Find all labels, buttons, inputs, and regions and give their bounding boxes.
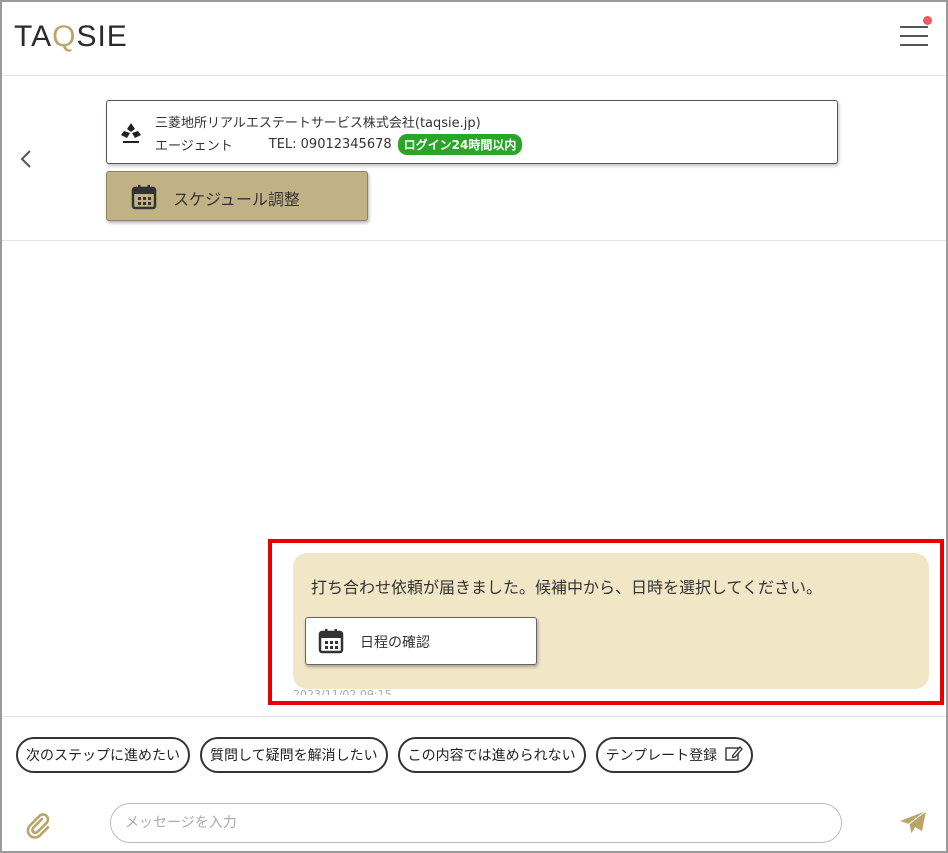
- login-status-badge: ログイン24時間以内: [397, 134, 523, 155]
- logo-text-post: SIE: [76, 20, 128, 53]
- quick-reply-ask-question[interactable]: 質問して疑問を解消したい: [200, 737, 388, 773]
- company-name: 三菱地所リアルエステートサービス株式会社(taqsie.jp): [155, 116, 481, 131]
- schedule-adjust-button[interactable]: スケジュール調整: [106, 171, 368, 221]
- edit-icon: [725, 745, 744, 765]
- app-header: TAQSIE: [2, 2, 946, 76]
- quick-reply-next-step[interactable]: 次のステップに進めたい: [16, 737, 190, 773]
- agent-label: エージェント: [155, 139, 233, 154]
- agent-tel: TEL: 09012345678: [268, 137, 392, 152]
- template-register-button[interactable]: テンプレート登録: [595, 737, 754, 773]
- hamburger-menu-icon[interactable]: [900, 16, 932, 46]
- template-register-label: テンプレート登録: [605, 748, 718, 764]
- message-text: 打ち合わせ依頼が届きました。候補中から、日時を選択してください。: [311, 578, 823, 597]
- confirm-schedule-button[interactable]: 日程の確認: [305, 617, 537, 665]
- logo-text-q: Q: [52, 20, 77, 53]
- chevron-left-icon[interactable]: [20, 149, 32, 174]
- company-logo-icon: [119, 121, 143, 145]
- calendar-icon: [318, 628, 344, 658]
- send-icon[interactable]: [898, 809, 928, 841]
- company-card: 三菱地所リアルエステートサービス株式会社(taqsie.jp) エージェント T…: [106, 100, 838, 164]
- confirm-schedule-label: 日程の確認: [360, 635, 430, 651]
- paperclip-icon[interactable]: [24, 811, 52, 843]
- calendar-icon: [131, 184, 157, 214]
- logo-text-pre: TA: [14, 20, 53, 53]
- agent-line: エージェント TEL: 09012345678 ログイン24時間以内: [155, 134, 523, 155]
- conversation-info: 三菱地所リアルエステートサービス株式会社(taqsie.jp) エージェント T…: [2, 77, 946, 241]
- notification-dot: [923, 16, 932, 25]
- chat-footer: 次のステップに進めたい 質問して疑問を解消したい この内容では進められない テン…: [2, 716, 946, 851]
- taqsie-logo[interactable]: TAQSIE: [14, 20, 128, 54]
- schedule-adjust-label: スケジュール調整: [173, 190, 300, 209]
- message-input[interactable]: [110, 803, 842, 843]
- quick-reply-row: 次のステップに進めたい 質問して疑問を解消したい この内容では進められない テン…: [16, 737, 754, 773]
- message-timestamp: 2023/11/02 09:15: [293, 688, 392, 695]
- quick-reply-cannot-proceed[interactable]: この内容では進められない: [397, 737, 586, 773]
- message-bubble: 打ち合わせ依頼が届きました。候補中から、日時を選択してください。 日程の確認: [293, 553, 929, 689]
